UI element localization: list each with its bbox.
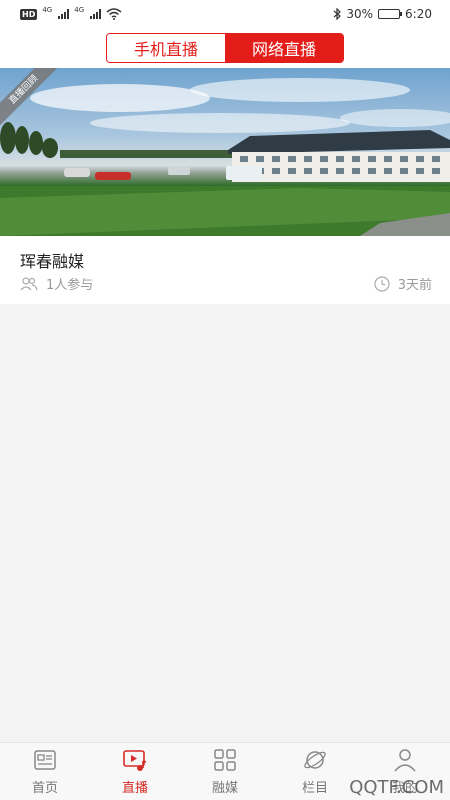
thumbnail-scene <box>0 78 450 236</box>
nav-home-label: 首页 <box>31 781 58 796</box>
header: 手机直播 网络直播 <box>0 28 450 68</box>
clock-icon <box>374 275 390 292</box>
bluetooth-icon <box>333 8 342 20</box>
card-meta: 1人参与 3天前 <box>20 274 432 293</box>
user-icon <box>394 749 416 772</box>
live-video-icon <box>123 750 147 771</box>
live-thumbnail[interactable]: 直播回顾 <box>0 68 450 236</box>
nav-media-label: 融媒 <box>211 781 238 796</box>
battery-icon <box>378 9 403 19</box>
card-title[interactable]: 珲春融媒 <box>20 248 84 272</box>
watermark: QQTF.COM <box>349 777 444 798</box>
posted-time: 3天前 <box>374 274 432 293</box>
status-right: 30% 6:20 <box>333 7 432 21</box>
people-icon <box>20 276 38 290</box>
live-type-switch: 手机直播 网络直播 <box>106 33 344 63</box>
time-ago: 3天前 <box>397 278 432 293</box>
tab-mobile-live[interactable]: 手机直播 <box>107 34 225 62</box>
sim1-label: 4G <box>42 6 53 14</box>
participants: 1人参与 <box>20 274 93 293</box>
nav-columns-label: 栏目 <box>301 781 328 796</box>
nav-home[interactable]: 首页 <box>0 747 90 796</box>
wifi-icon <box>106 8 122 20</box>
signal-icon <box>90 9 102 19</box>
nav-media[interactable]: 融媒 <box>180 747 270 796</box>
nav-live[interactable]: 直播 <box>90 747 180 796</box>
status-bar: HD 4G 4G 30% 6:20 <box>0 0 450 28</box>
grid-icon <box>214 749 236 771</box>
hd-badge: HD <box>20 8 38 20</box>
news-icon <box>34 750 56 770</box>
live-card[interactable]: 直播回顾 珲春融媒 1人参与 3天前 <box>0 68 450 304</box>
clock: 6:20 <box>405 7 432 21</box>
status-left: HD 4G 4G <box>20 6 122 20</box>
battery-percent: 30% <box>346 7 374 21</box>
nav-live-label: 直播 <box>121 781 148 796</box>
tab-web-live[interactable]: 网络直播 <box>225 34 343 62</box>
sim2-label: 4G <box>74 6 85 14</box>
nav-columns[interactable]: 栏目 <box>270 747 360 796</box>
participants-count: 1人参与 <box>46 278 94 293</box>
planet-icon <box>304 751 326 769</box>
signal-icon <box>58 9 70 19</box>
